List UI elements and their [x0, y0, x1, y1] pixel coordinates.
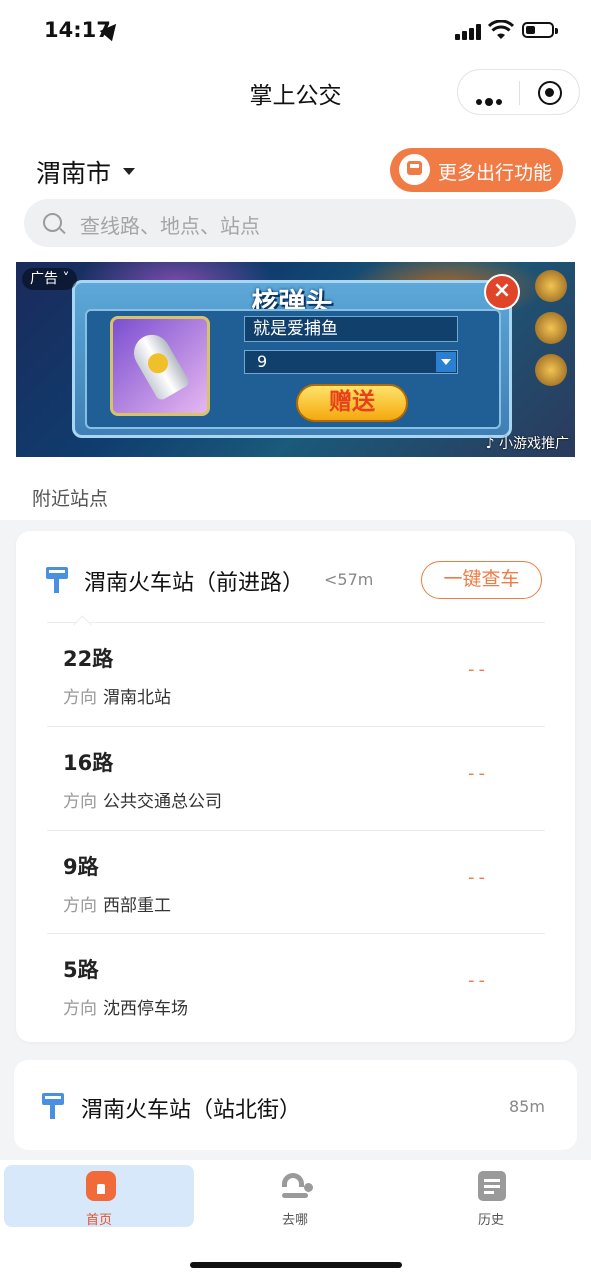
- ad-count-select: 9: [244, 350, 458, 374]
- caret-down-icon[interactable]: [123, 168, 135, 175]
- route-icon: [280, 1171, 314, 1201]
- stop-distance: <57m: [324, 570, 374, 589]
- more-dots-icon[interactable]: [476, 90, 505, 109]
- status-bar: 14:17: [0, 0, 591, 62]
- close-miniprogram-icon[interactable]: [538, 81, 562, 105]
- ad-name-field: 就是爱捕鱼: [244, 316, 458, 342]
- route-number: 22路: [63, 647, 114, 671]
- ad-tag[interactable]: 广告 ˅: [22, 268, 78, 290]
- more-features-label: 更多出行功能: [438, 162, 553, 184]
- route-row[interactable]: 22路 方向 渭南北站 --: [16, 623, 575, 727]
- route-eta: --: [468, 763, 489, 784]
- ad-banner[interactable]: 广告 ˅ 核弹头 × 就是爱捕鱼 9 赠送 ♪ 小游戏推广: [16, 262, 575, 457]
- bus-icon: [399, 154, 430, 185]
- bus-stop-icon: [42, 1093, 64, 1119]
- cellular-signal-icon: [455, 22, 485, 40]
- stop-card[interactable]: 渭南火车站（站北街） 85m: [14, 1060, 577, 1150]
- history-icon: [478, 1171, 506, 1201]
- ad-side-decor: [530, 266, 572, 416]
- dropdown-arrow-icon: [436, 352, 456, 372]
- search-icon: [43, 213, 62, 232]
- tab-home[interactable]: 首页: [4, 1165, 194, 1228]
- check-bus-button[interactable]: 一键查车: [421, 561, 542, 599]
- tab-label: 首页: [85, 1213, 112, 1228]
- route-direction: 方向 渭南北站: [63, 688, 171, 708]
- city-selector[interactable]: 渭南市: [36, 154, 111, 190]
- route-number: 5路: [63, 958, 99, 982]
- ad-close-icon[interactable]: ×: [484, 274, 520, 310]
- home-indicator[interactable]: [190, 1262, 402, 1268]
- stop-name[interactable]: 渭南火车站（站北街）: [81, 1092, 301, 1124]
- route-number: 16路: [63, 751, 114, 775]
- route-eta: --: [468, 867, 489, 888]
- bus-stop-icon: [46, 567, 68, 593]
- tab-go[interactable]: 去哪: [200, 1165, 390, 1228]
- home-icon: [86, 1171, 116, 1201]
- wifi-icon: [488, 20, 514, 39]
- stop-card[interactable]: 渭南火车站（前进路） <57m 一键查车 22路 方向 渭南北站 -- 16路 方…: [16, 531, 575, 1042]
- stop-distance: 85m: [509, 1097, 545, 1116]
- more-features-button[interactable]: 更多出行功能: [390, 148, 563, 192]
- miniprogram-capsule: [457, 69, 580, 115]
- route-number: 9路: [63, 855, 99, 879]
- tab-history[interactable]: 历史: [396, 1165, 586, 1228]
- battery-icon: [522, 22, 558, 38]
- nearby-section-title: 附近站点: [32, 488, 109, 510]
- search-input[interactable]: 查线路、地点、站点: [24, 199, 576, 247]
- route-row[interactable]: 16路 方向 公共交通总公司 --: [16, 727, 575, 831]
- ad-send-button: 赠送: [296, 384, 408, 422]
- route-direction: 方向 沈西停车场: [63, 999, 188, 1019]
- warhead-item-image: [110, 316, 210, 416]
- search-placeholder: 查线路、地点、站点: [80, 214, 260, 238]
- route-row[interactable]: 9路 方向 西部重工 --: [16, 831, 575, 935]
- route-direction: 方向 西部重工: [63, 896, 171, 916]
- tab-label: 历史: [477, 1213, 504, 1228]
- route-eta: --: [468, 659, 489, 680]
- ad-promo-label: ♪ 小游戏推广: [485, 436, 569, 452]
- route-eta: --: [468, 970, 489, 991]
- tab-label: 去哪: [281, 1213, 308, 1228]
- route-direction: 方向 公共交通总公司: [63, 792, 222, 812]
- route-row[interactable]: 5路 方向 沈西停车场 --: [16, 934, 575, 1038]
- stop-name[interactable]: 渭南火车站（前进路）: [84, 565, 304, 597]
